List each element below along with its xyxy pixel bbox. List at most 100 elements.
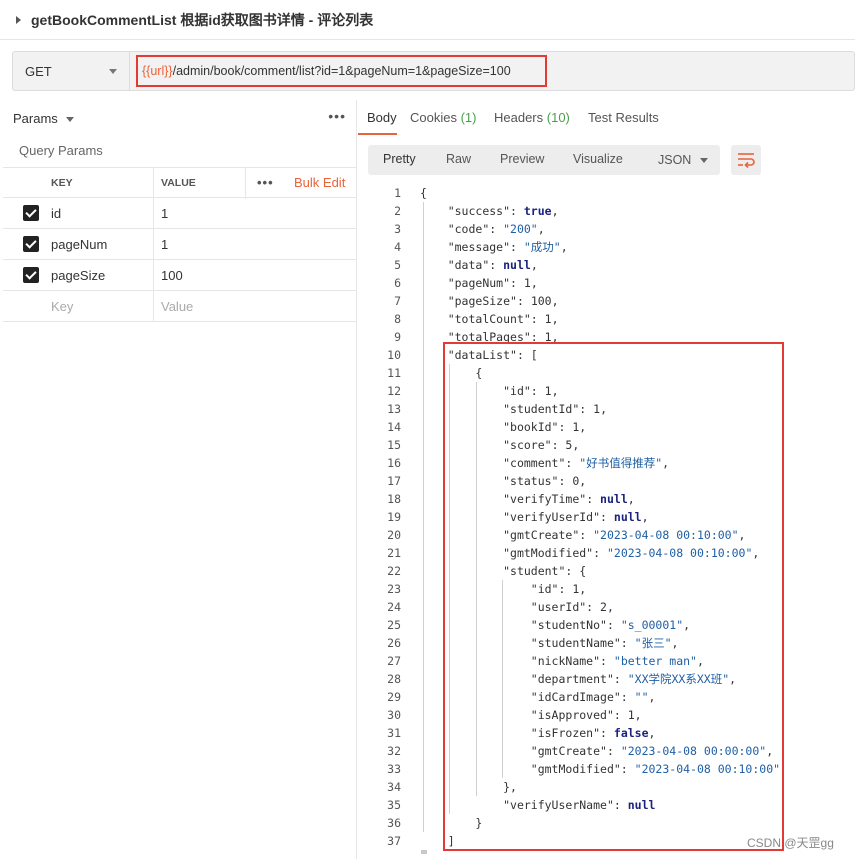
line-number: 26 xyxy=(387,636,401,650)
line-number: 3 xyxy=(394,222,401,236)
new-value-input[interactable]: Value xyxy=(161,299,193,314)
indent-guide xyxy=(423,202,424,832)
tab-cookies[interactable]: Cookies (1) xyxy=(410,110,476,125)
param-key[interactable]: pageSize xyxy=(51,268,105,283)
line-number: 6 xyxy=(394,276,401,290)
line-number: 25 xyxy=(387,618,401,632)
param-checkbox[interactable] xyxy=(23,267,39,283)
param-row: pageNum 1 xyxy=(3,229,357,260)
line-number: 23 xyxy=(387,582,401,596)
new-key-input[interactable]: Key xyxy=(51,299,73,314)
column-divider xyxy=(153,198,154,229)
code-text: { xyxy=(420,186,427,200)
view-pretty-button[interactable]: Pretty xyxy=(383,152,416,166)
active-tab-indicator xyxy=(358,133,397,135)
line-number: 7 xyxy=(394,294,401,308)
param-key[interactable]: pageNum xyxy=(51,237,107,252)
tab-body[interactable]: Body xyxy=(367,110,397,125)
param-checkbox[interactable] xyxy=(23,236,39,252)
line-number: 22 xyxy=(387,564,401,578)
line-number: 12 xyxy=(387,384,401,398)
code-text: "data": null, xyxy=(447,258,538,272)
line-number: 14 xyxy=(387,420,401,434)
code-line: 2 "success": true, xyxy=(358,202,855,220)
request-title-bar: getBookCommentList 根据id获取图书详情 - 评论列表 xyxy=(0,0,855,40)
line-number: 30 xyxy=(387,708,401,722)
tab-test-results[interactable]: Test Results xyxy=(588,110,659,125)
chevron-down-icon[interactable] xyxy=(65,116,74,122)
tab-headers[interactable]: Headers (10) xyxy=(494,110,570,125)
code-line: 7 "pageSize": 100, xyxy=(358,292,855,310)
tab-label: Test Results xyxy=(588,110,659,125)
wrap-lines-icon xyxy=(738,153,755,168)
line-number: 35 xyxy=(387,798,401,812)
key-column-header: KEY xyxy=(51,176,73,189)
line-number: 8 xyxy=(394,312,401,326)
view-visualize-button[interactable]: Visualize xyxy=(573,152,623,166)
line-number: 16 xyxy=(387,456,401,470)
line-number: 29 xyxy=(387,690,401,704)
code-line: 1{ xyxy=(358,184,855,202)
line-number: 34 xyxy=(387,780,401,794)
scrollbar-marker[interactable] xyxy=(421,850,427,854)
param-row: pageSize 100 xyxy=(3,260,357,291)
line-number: 2 xyxy=(394,204,401,218)
line-number: 36 xyxy=(387,816,401,830)
code-text: "totalCount": 1, xyxy=(447,312,559,326)
param-checkbox[interactable] xyxy=(23,205,39,221)
code-text: "pageSize": 100, xyxy=(447,294,559,308)
line-number: 24 xyxy=(387,600,401,614)
wrap-lines-button[interactable] xyxy=(731,145,761,175)
line-number: 20 xyxy=(387,528,401,542)
view-preview-button[interactable]: Preview xyxy=(500,152,544,166)
format-select[interactable]: JSON xyxy=(648,145,720,175)
method-select[interactable]: GET xyxy=(12,51,129,91)
param-value[interactable]: 100 xyxy=(161,268,183,283)
param-row-empty: Key Value xyxy=(3,291,357,322)
line-number: 27 xyxy=(387,654,401,668)
response-panel: Body Cookies (1) Headers (10) Test Resul… xyxy=(358,100,855,859)
params-header: Params ••• xyxy=(0,100,356,136)
line-number: 31 xyxy=(387,726,401,740)
tab-count: (10) xyxy=(546,110,570,125)
column-divider xyxy=(153,291,154,322)
param-value[interactable]: 1 xyxy=(161,237,168,252)
params-table: KEY VALUE ••• Bulk Edit id 1 pageNum 1 p… xyxy=(3,167,357,322)
param-key[interactable]: id xyxy=(51,206,61,221)
tab-label: Headers xyxy=(494,110,544,125)
line-number: 4 xyxy=(394,240,401,254)
line-number: 18 xyxy=(387,492,401,506)
request-title[interactable]: getBookCommentList 根据id获取图书详情 - 评论列表 xyxy=(31,10,373,30)
code-line: 6 "pageNum": 1, xyxy=(358,274,855,292)
bulk-edit-link[interactable]: Bulk Edit xyxy=(294,175,345,190)
url-input[interactable]: {{url}}/admin/book/comment/list?id=1&pag… xyxy=(129,51,855,91)
view-raw-button[interactable]: Raw xyxy=(446,152,471,166)
tab-label: Cookies xyxy=(410,110,457,125)
response-tabs: Body Cookies (1) Headers (10) Test Resul… xyxy=(358,100,855,136)
format-label: JSON xyxy=(658,153,692,167)
column-divider xyxy=(245,168,246,199)
code-text: "pageNum": 1, xyxy=(447,276,538,290)
line-number: 17 xyxy=(387,474,401,488)
line-number: 9 xyxy=(394,330,401,344)
collapse-caret-icon[interactable] xyxy=(16,15,21,24)
column-divider xyxy=(153,260,154,291)
code-text: "success": true, xyxy=(447,204,559,218)
column-options-icon[interactable]: ••• xyxy=(257,175,274,190)
url-variable: {{url}} xyxy=(142,64,173,78)
watermark: CSDN @天罡gg xyxy=(747,836,834,850)
line-number: 1 xyxy=(394,186,401,200)
more-options-icon[interactable]: ••• xyxy=(328,108,346,124)
param-row: id 1 xyxy=(3,198,357,229)
line-number: 13 xyxy=(387,402,401,416)
code-line: 5 "data": null, xyxy=(358,256,855,274)
line-number: 21 xyxy=(387,546,401,560)
line-number: 28 xyxy=(387,672,401,686)
line-number: 5 xyxy=(394,258,401,272)
line-number: 33 xyxy=(387,762,401,776)
param-value[interactable]: 1 xyxy=(161,206,168,221)
code-line: 4 "message": "成功", xyxy=(358,238,855,256)
value-column-header: VALUE xyxy=(161,176,196,189)
column-divider xyxy=(153,168,154,199)
params-dropdown-label[interactable]: Params xyxy=(13,111,58,126)
